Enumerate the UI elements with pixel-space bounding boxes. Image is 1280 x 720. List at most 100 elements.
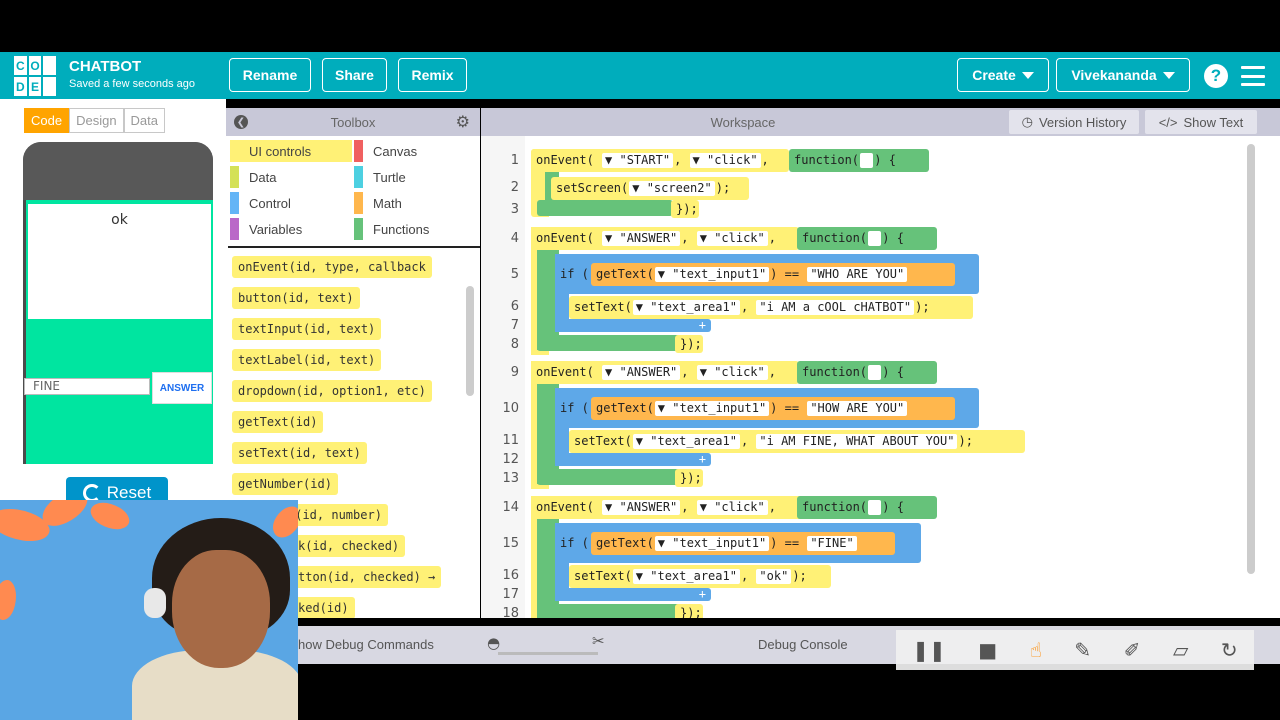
show-debug-commands-toggle[interactable]: how Debug Commands <box>298 637 434 652</box>
hamburger-menu-icon[interactable] <box>1241 66 1265 86</box>
code-icon: </> <box>1158 114 1178 130</box>
param-slot[interactable] <box>860 153 874 168</box>
tab-design[interactable]: Design <box>69 108 124 133</box>
settext-block[interactable]: setText(▼ "text_area1", "ok"); <box>569 565 831 588</box>
comparison-block[interactable]: getText(▼ "text_input1") == "FINE" <box>591 532 895 555</box>
help-icon[interactable]: ? <box>1204 64 1228 88</box>
gettext-keyword: getText( <box>596 267 654 281</box>
code-workspace[interactable]: 1 2 3 4 5 6 7 8 9 10 11 12 13 14 15 16 1… <box>481 136 1280 618</box>
statement-end: ); <box>958 434 973 448</box>
answer-button[interactable]: ANSWER <box>152 372 212 404</box>
onevent-answer-block[interactable]: onEvent( ▼ "ANSWER", ▼ "click", <box>531 227 799 250</box>
id-param[interactable]: ▼ "START" <box>602 153 674 168</box>
id-param[interactable]: ▼ "text_input1" <box>654 267 770 282</box>
comparison-block[interactable]: getText(▼ "text_input1") == "WHO ARE YOU… <box>591 263 955 286</box>
compare-value[interactable]: "FINE" <box>807 536 857 551</box>
type-param[interactable]: ▼ "click" <box>696 365 768 380</box>
palette-block[interactable]: dropdown(id, option1, etc) <box>232 380 432 402</box>
text-value[interactable]: "i AM FINE, WHAT ABOUT YOU" <box>756 434 958 449</box>
tab-data[interactable]: Data <box>123 108 166 133</box>
version-history-button[interactable]: ◷ Version History <box>1009 110 1139 134</box>
chevron-left-icon[interactable]: ❮ <box>234 115 248 129</box>
category-control[interactable]: Control <box>230 192 352 214</box>
show-text-button[interactable]: </> Show Text <box>1145 110 1257 134</box>
tab-code[interactable]: Code <box>24 108 70 133</box>
workspace-header: Workspace ◷ Version History </> Show Tex… <box>481 108 1280 136</box>
add-statement-bar[interactable]: + <box>561 319 711 332</box>
pen-icon[interactable]: ✎ <box>1074 638 1091 662</box>
redo-icon[interactable]: ↻ <box>1221 638 1238 662</box>
settext-keyword: setText( <box>574 569 632 583</box>
text-value[interactable]: "ok" <box>756 569 792 584</box>
callback-function-block[interactable]: function( ) { <box>797 496 937 519</box>
id-param[interactable]: ▼ "text_area1" <box>632 569 740 584</box>
turtle-icon: ◓ <box>487 634 501 652</box>
onevent-answer-block[interactable]: onEvent( ▼ "ANSWER", ▼ "click", <box>531 361 799 384</box>
settext-block[interactable]: setText(▼ "text_area1", "i AM a cOOL cHA… <box>569 296 973 319</box>
share-button[interactable]: Share <box>322 58 387 92</box>
id-param[interactable]: ▼ "ANSWER" <box>602 231 681 246</box>
screen-param[interactable]: ▼ "screen2" <box>629 181 715 196</box>
compare-value[interactable]: "WHO ARE YOU" <box>807 267 908 282</box>
palette-block[interactable]: onEvent(id, type, callback <box>232 256 432 278</box>
callback-function-block[interactable]: function( ) { <box>797 227 937 250</box>
remix-button[interactable]: Remix <box>398 58 467 92</box>
palette-block[interactable]: textInput(id, text) <box>232 318 382 340</box>
palette-block[interactable]: getText(id) <box>232 411 324 433</box>
category-canvas[interactable]: Canvas <box>354 140 476 162</box>
type-param[interactable]: ▼ "click" <box>696 500 768 515</box>
gear-icon[interactable]: ⚙ <box>456 114 470 130</box>
text-value[interactable]: "i AM a cOOL cHATBOT" <box>756 300 915 315</box>
palette-block[interactable]: getNumber(id) <box>232 473 338 495</box>
id-param[interactable]: ▼ "text_area1" <box>632 434 740 449</box>
workspace-scrollbar[interactable] <box>1247 144 1255 574</box>
speed-slider[interactable] <box>498 652 598 655</box>
type-param[interactable]: ▼ "click" <box>696 231 768 246</box>
add-statement-bar[interactable]: + <box>561 453 711 466</box>
create-dropdown[interactable]: Create <box>957 58 1049 92</box>
toolbox-scrollbar[interactable] <box>466 286 474 396</box>
stop-icon[interactable]: ■ <box>978 638 997 662</box>
type-param[interactable]: ▼ "click" <box>689 153 761 168</box>
add-statement-bar[interactable]: + <box>561 588 711 601</box>
param-slot[interactable] <box>868 231 882 246</box>
category-ui-controls[interactable]: UI controls <box>230 140 352 162</box>
onevent-answer-block[interactable]: onEvent( ▼ "ANSWER", ▼ "click", <box>531 496 803 519</box>
id-param[interactable]: ▼ "text_input1" <box>654 401 770 416</box>
category-turtle[interactable]: Turtle <box>354 166 476 188</box>
setscreen-block[interactable]: setScreen(▼ "screen2"); <box>551 177 749 200</box>
comparison-block[interactable]: getText(▼ "text_input1") == "HOW ARE YOU… <box>591 397 955 420</box>
text-area1[interactable]: ok <box>28 204 211 319</box>
hand-pointer-icon[interactable]: ☝ <box>1030 638 1042 662</box>
settext-block[interactable]: setText(▼ "text_area1", "i AM FINE, WHAT… <box>569 430 1025 453</box>
palette-block[interactable]: k(id, checked) <box>292 535 406 557</box>
compare-value[interactable]: "HOW ARE YOU" <box>807 401 908 416</box>
palette-block[interactable]: ked(id) <box>292 597 355 618</box>
save-status: Saved a few seconds ago <box>69 78 195 90</box>
text-input1[interactable]: FINE <box>24 378 150 395</box>
param-slot[interactable] <box>868 365 882 380</box>
category-functions[interactable]: Functions <box>354 218 476 240</box>
palette-block[interactable]: tton(id, checked) → <box>292 566 442 588</box>
code-org-logo[interactable]: C O D E <box>14 56 56 96</box>
id-param[interactable]: ▼ "ANSWER" <box>602 500 681 515</box>
category-math[interactable]: Math <box>354 192 476 214</box>
callback-function-block[interactable]: function( ) { <box>789 149 929 172</box>
pause-icon[interactable]: ❚❚ <box>912 638 946 662</box>
palette-block[interactable]: button(id, text) <box>232 287 360 309</box>
id-param[interactable]: ▼ "ANSWER" <box>602 365 681 380</box>
callback-function-block[interactable]: function( ) { <box>797 361 937 384</box>
rename-button[interactable]: Rename <box>229 58 311 92</box>
param-slot[interactable] <box>868 500 882 515</box>
onevent-start-block[interactable]: onEvent( ▼ "START", ▼ "click", <box>531 149 789 172</box>
eraser-icon[interactable]: ▱ <box>1173 638 1188 662</box>
palette-block[interactable]: textLabel(id, text) <box>232 349 382 371</box>
category-data[interactable]: Data <box>230 166 352 188</box>
palette-block[interactable]: setText(id, text) <box>232 442 367 464</box>
category-variables[interactable]: Variables <box>230 218 352 240</box>
highlighter-icon[interactable]: ✐ <box>1124 638 1141 662</box>
id-param[interactable]: ▼ "text_area1" <box>632 300 740 315</box>
id-param[interactable]: ▼ "text_input1" <box>654 536 770 551</box>
user-menu[interactable]: Vivekananda <box>1056 58 1190 92</box>
line-number: 2 <box>510 180 519 195</box>
